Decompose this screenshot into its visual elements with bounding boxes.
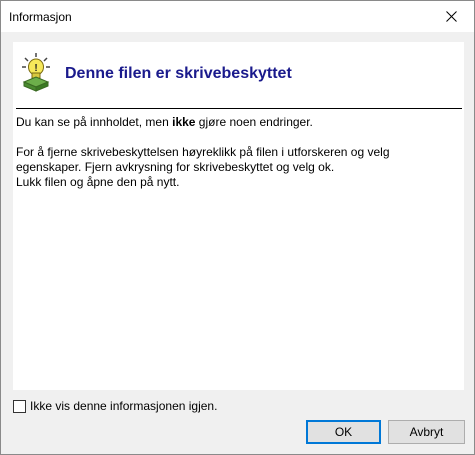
header-title: Denne filen er skrivebeskyttet (65, 65, 292, 82)
close-icon (445, 11, 457, 22)
dont-show-again-checkbox[interactable] (13, 399, 26, 413)
message-instructions-3: Lukk filen og åpne den på nytt. (16, 175, 180, 189)
window-title: Informasjon (9, 10, 72, 24)
message-instructions-1: For å fjerne skrivebeskyttelsen høyrekli… (16, 145, 390, 159)
dont-show-again-label[interactable]: Ikke vis denne informasjonen igjen. (30, 399, 217, 413)
message-line-1: Du kan se på innholdet, men ikke gjøre n… (16, 115, 460, 130)
message-emphasis: ikke (172, 115, 196, 129)
message-text: gjøre noen endringer. (195, 115, 313, 129)
message-instructions-2: egenskaper. Fjern avkrysning for skriveb… (16, 160, 335, 174)
dialog-window: Informasjon ! Denne filen er skrivebesky… (0, 0, 475, 455)
message-text: Du kan se på innholdet, men (16, 115, 173, 129)
header-divider (16, 108, 462, 109)
lightbulb-info-icon: ! (22, 53, 50, 92)
ok-button[interactable]: OK (306, 420, 381, 444)
svg-text:!: ! (34, 63, 37, 74)
close-button[interactable] (428, 1, 474, 32)
cancel-button[interactable]: Avbryt (388, 420, 465, 444)
title-bar: Informasjon (1, 1, 474, 32)
message-body: Du kan se på innholdet, men ikke gjøre n… (16, 115, 460, 190)
content-panel: ! Denne filen er skrivebeskyttet Du kan … (13, 42, 464, 390)
dont-show-again-row[interactable]: Ikke vis denne informasjonen igjen. (13, 399, 217, 413)
